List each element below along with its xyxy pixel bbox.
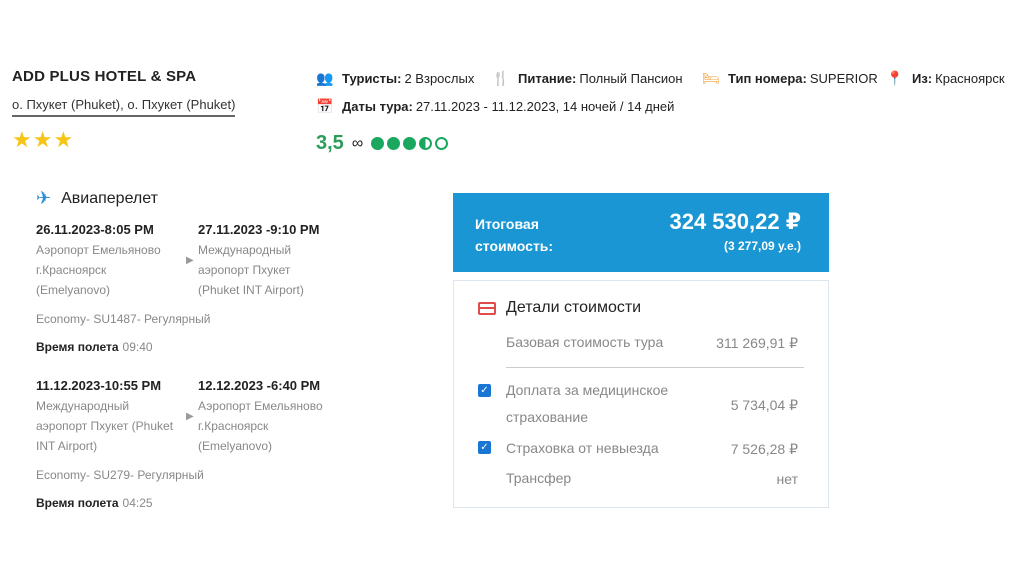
duration-label: Время полета <box>36 340 119 354</box>
duration-label: Время полета <box>36 496 119 510</box>
star-icon: ★ <box>12 127 33 152</box>
from-value: Красноярск <box>935 71 1005 86</box>
price-details-title: Детали стоимости <box>478 299 641 317</box>
flight-title-text: Авиаперелет <box>61 189 158 207</box>
medical-insurance-checkbox[interactable]: ✓ <box>478 384 491 397</box>
addr-line: г.Красноярск <box>36 263 107 277</box>
leg1-arrival-time: 27.11.2023 -9:10 PM <box>198 222 320 237</box>
cancel-insurance-label: Страховка от невыезда <box>506 440 659 456</box>
rating-bubble-icon <box>435 137 449 150</box>
addr-line: (Phuket INT Airport) <box>198 283 304 297</box>
room-info: 🛏 Тип номера: SUPERIOR <box>702 70 878 87</box>
plane-icon: ✈ <box>36 188 52 208</box>
medical-insurance-label: Доплата за медицинское страхование <box>506 377 668 431</box>
bed-icon: 🛏 <box>702 70 720 86</box>
leg2-duration: Время полета 04:25 <box>36 494 153 512</box>
tripadvisor-rating[interactable]: 3,5 ∞ <box>316 132 451 155</box>
label-line: Доплата за медицинское <box>506 382 669 398</box>
base-cost-value: 311 269,91 ₽ <box>716 335 798 351</box>
leg2-class: Economy- SU279- Регулярный <box>36 468 204 482</box>
flight-section-title: ✈ Авиаперелет <box>36 188 158 209</box>
calendar-icon: 📅 <box>316 98 334 114</box>
addr-line: Аэропорт Емельяново <box>36 243 161 257</box>
rating-value: 3,5 <box>316 132 344 154</box>
addr-line: Аэропорт Емельяново <box>198 399 323 413</box>
leg1-arrival-address: Международный аэропорт Пхукет (Phuket IN… <box>198 240 304 300</box>
addr-line: (Emelyanovo) <box>36 283 111 297</box>
hotel-location[interactable]: о. Пхукет (Phuket), о. Пхукет (Phuket) <box>12 97 236 117</box>
addr-line: аэропорт Пхукет <box>198 263 291 277</box>
meals-info: 🍴 Питание: Полный Пансион <box>492 70 683 87</box>
transfer-value: нет <box>776 471 798 487</box>
cancel-insurance-value: 7 526,28 ₽ <box>730 441 798 457</box>
arrow-right-icon: ▶ <box>186 255 194 266</box>
tripadvisor-owl-icon: ∞ <box>351 134 364 152</box>
addr-line: Международный <box>198 243 292 257</box>
addr-line: (Emelyanovo) <box>198 439 273 453</box>
leg1-class: Economy- SU1487- Регулярный <box>36 312 211 326</box>
people-icon: 👥 <box>316 70 334 86</box>
dates-value: 27.11.2023 - 11.12.2023, 14 ночей / 14 д… <box>415 99 675 114</box>
addr-line: INT Airport) <box>36 439 98 453</box>
total-price-ue: (3 277,09 у.е.) <box>724 239 801 253</box>
label-line: страхование <box>506 409 589 425</box>
medical-insurance-value: 5 734,04 ₽ <box>730 397 798 413</box>
duration-value: 04:25 <box>122 496 153 510</box>
price-details-title-text: Детали стоимости <box>506 299 642 316</box>
total-label: Итоговая стоимость: <box>475 213 585 257</box>
credit-card-icon <box>478 301 496 315</box>
addr-line: аэропорт Пхукет (Phuket <box>36 419 174 433</box>
hotel-name: ADD PLUS HOTEL & SPA <box>12 68 197 85</box>
total-label-line: стоимость: <box>475 238 554 254</box>
rating-bubble-icon <box>403 137 417 150</box>
star-icon: ★ <box>53 127 75 152</box>
tourists-info: 👥 Туристы: 2 Взрослых <box>316 70 474 87</box>
from-label: Из: <box>912 71 933 86</box>
star-icon: ★ <box>32 127 54 152</box>
price-details-panel: Детали стоимости Базовая стоимость тура … <box>453 280 829 508</box>
room-value: SUPERIOR <box>809 71 878 86</box>
tourists-value: 2 Взрослых <box>404 71 475 86</box>
from-info: 📍 Из: Красноярск <box>886 70 1005 87</box>
leg2-departure-address: Международный аэропорт Пхукет (Phuket IN… <box>36 396 173 456</box>
base-cost-label: Базовая стоимость тура <box>506 334 664 350</box>
transfer-label: Трансфер <box>506 470 572 486</box>
addr-line: Международный <box>36 399 130 413</box>
total-price-box: Итоговая стоимость: 324 530,22 ₽ (3 277,… <box>453 193 829 272</box>
leg1-duration: Время полета 09:40 <box>36 338 153 356</box>
arrow-right-icon: ▶ <box>186 411 194 422</box>
dates-info: 📅 Даты тура: 27.11.2023 - 11.12.2023, 14… <box>316 98 674 115</box>
room-label: Тип номера: <box>728 71 807 86</box>
rating-bubble-icon <box>387 137 401 150</box>
tourists-label: Туристы: <box>342 71 402 86</box>
location-pin-icon: 📍 <box>886 70 904 86</box>
leg2-arrival-address: Аэропорт Емельяново г.Красноярск (Emelya… <box>198 396 323 456</box>
hotel-stars: ★★★ <box>12 127 74 153</box>
fork-knife-icon: 🍴 <box>492 70 510 86</box>
cancel-insurance-checkbox[interactable]: ✓ <box>478 441 491 454</box>
rating-bubble-icon <box>371 137 385 150</box>
leg2-arrival-time: 12.12.2023 -6:40 PM <box>198 378 321 393</box>
rating-bubble-icon <box>419 137 433 150</box>
divider <box>506 367 804 368</box>
total-label-line: Итоговая <box>475 216 539 232</box>
duration-value: 09:40 <box>122 340 153 354</box>
leg1-departure-address: Аэропорт Емельяново г.Красноярск (Emelya… <box>36 240 161 300</box>
leg2-departure-time: 11.12.2023-10:55 PM <box>36 378 162 393</box>
addr-line: г.Красноярск <box>198 419 269 433</box>
meals-label: Питание: <box>518 71 577 86</box>
total-price: 324 530,22 ₽ <box>669 209 801 234</box>
leg1-departure-time: 26.11.2023-8:05 PM <box>36 222 154 237</box>
meals-value: Полный Пансион <box>579 71 683 86</box>
dates-label: Даты тура: <box>342 99 413 114</box>
